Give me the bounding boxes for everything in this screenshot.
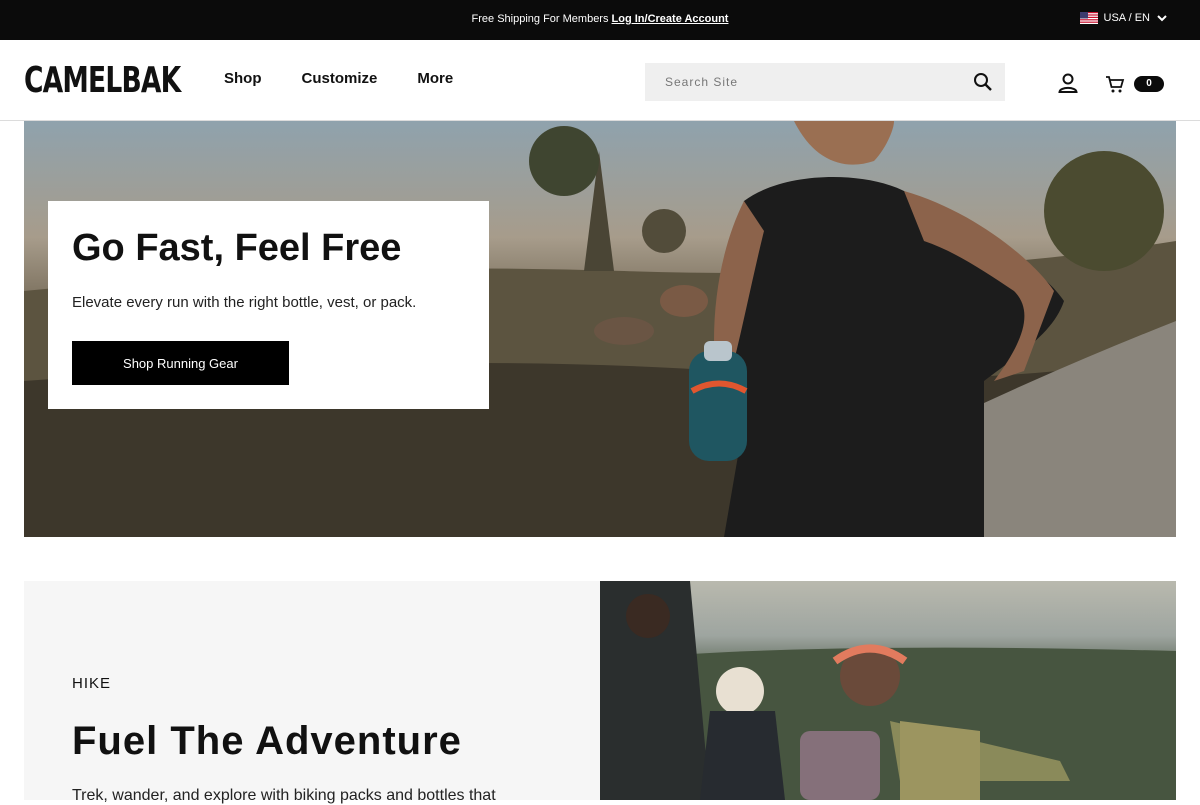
cart-icon[interactable]	[1105, 74, 1125, 94]
promo-text: Free Shipping For Members	[471, 13, 612, 25]
main-nav: Shop Customize More	[224, 70, 453, 87]
section-title: Fuel The Adventure	[72, 719, 462, 763]
search-button[interactable]	[961, 63, 1005, 101]
promo-message: Free Shipping For Members Log In/Create …	[0, 13, 1200, 25]
hero-card: Go Fast, Feel Free Elevate every run wit…	[48, 201, 489, 409]
shop-running-gear-button[interactable]: Shop Running Gear	[72, 341, 289, 385]
hike-image	[600, 581, 1176, 800]
hero-title: Go Fast, Feel Free	[72, 227, 402, 269]
locale-label: USA / EN	[1103, 12, 1150, 24]
section-body: Trek, wander, and explore with biking pa…	[72, 787, 496, 804]
us-flag-icon	[1079, 12, 1098, 24]
chevron-down-icon	[1157, 15, 1167, 22]
nav-customize[interactable]: Customize	[302, 70, 378, 87]
nav-shop[interactable]: Shop	[224, 70, 262, 87]
cart-count-badge: 0	[1134, 76, 1164, 92]
hikers-image	[600, 581, 1176, 800]
site-header: CAMELBAK Shop Customize More 0	[0, 40, 1200, 121]
login-link[interactable]: Log In/Create Account	[612, 13, 729, 25]
search-bar	[645, 63, 1005, 101]
hero-subtitle: Elevate every run with the right bottle,…	[72, 294, 417, 311]
search-icon	[974, 73, 992, 91]
locale-selector[interactable]: USA / EN	[1079, 12, 1168, 24]
section-eyebrow: HIKE	[72, 675, 112, 692]
announcement-bar: Free Shipping For Members Log In/Create …	[0, 0, 1200, 40]
camelbak-logo[interactable]: CAMELBAK	[24, 62, 181, 100]
account-icon[interactable]	[1057, 72, 1079, 94]
hike-section: HIKE Fuel The Adventure Trek, wander, an…	[24, 581, 600, 804]
nav-more[interactable]: More	[417, 70, 453, 87]
search-input[interactable]	[645, 63, 961, 101]
